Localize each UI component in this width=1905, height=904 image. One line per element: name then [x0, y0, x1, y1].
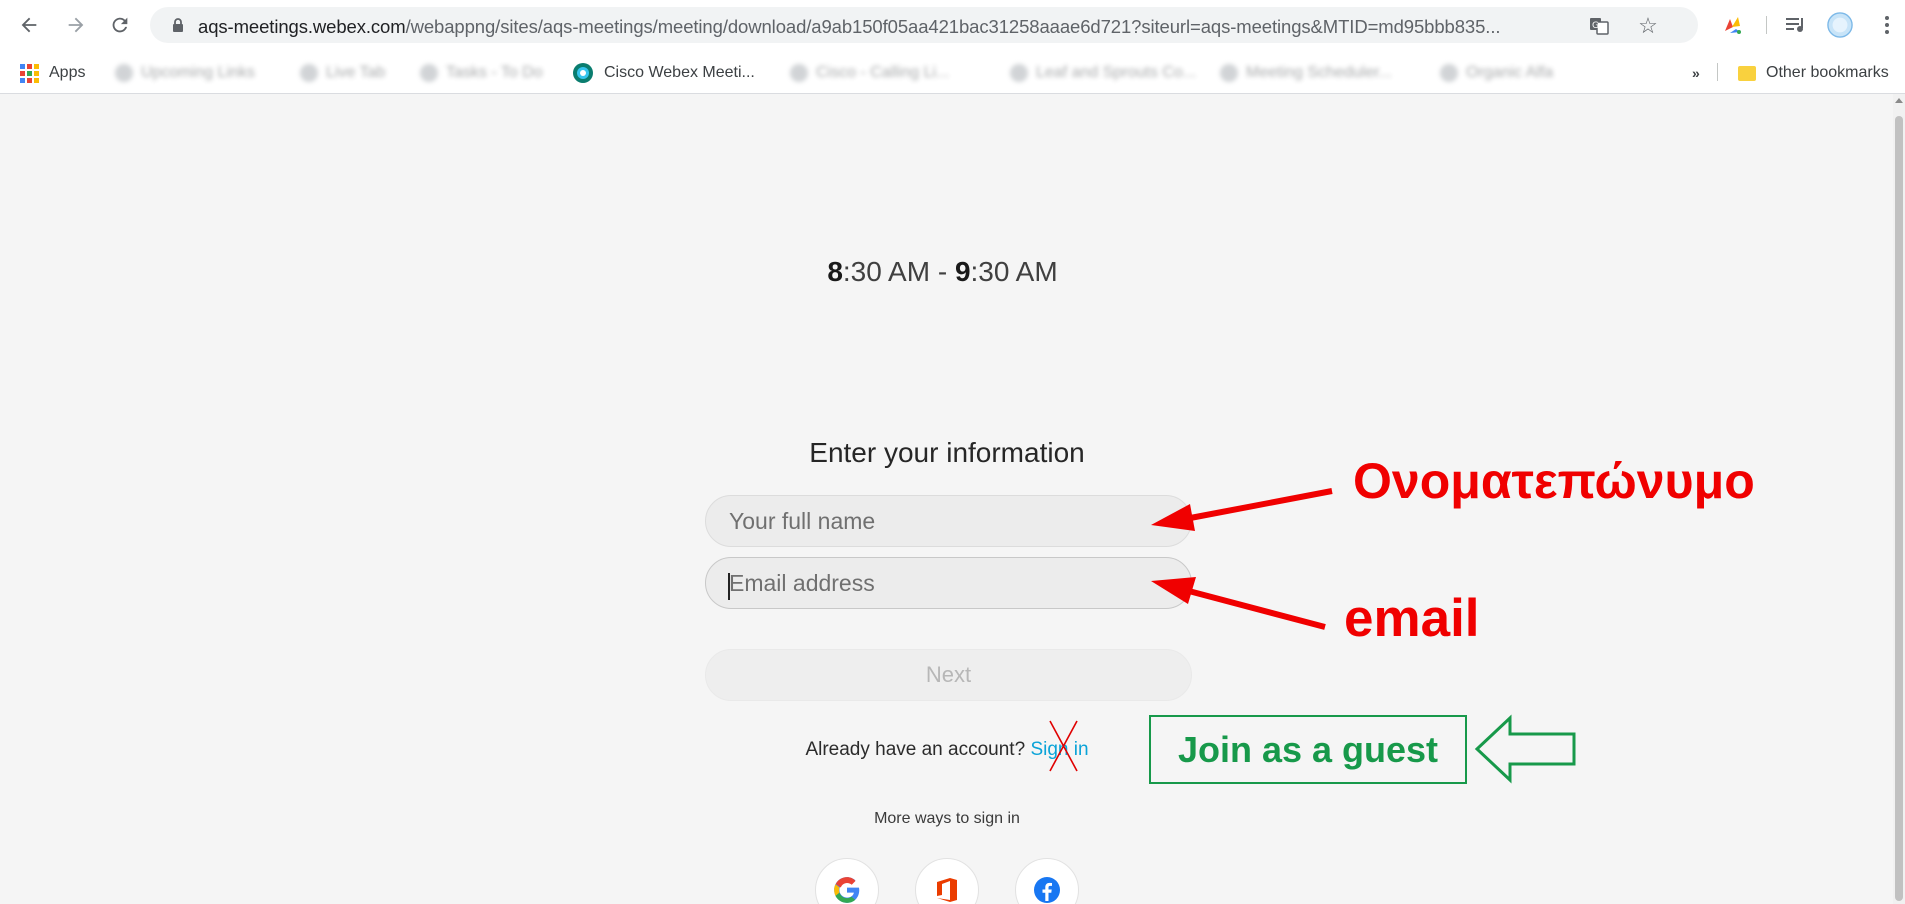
page-scrollbar[interactable]	[1893, 94, 1905, 904]
bookmark-blurred-4[interactable]: Cisco - Calling Li...	[790, 62, 949, 84]
facebook-icon	[1034, 877, 1060, 903]
meeting-time-range: 8:30 AM - 9:30 AM	[0, 256, 1885, 288]
apps-grid-icon	[20, 63, 39, 83]
extension-icon[interactable]	[1720, 12, 1746, 38]
scroll-up-icon[interactable]	[1895, 98, 1903, 103]
bookmark-other-folder[interactable]: Other bookmarks	[1738, 62, 1889, 84]
bookmark-favicon	[1440, 64, 1458, 82]
bookmark-favicon	[420, 64, 438, 82]
office-icon	[937, 878, 957, 902]
bookmark-favicon	[1220, 64, 1238, 82]
bookmark-label: Organic Alfa	[1466, 64, 1554, 81]
url-host: aqs-meetings.webex.com	[198, 16, 406, 37]
arrow-left-icon	[21, 17, 37, 33]
bookmark-cisco-webex[interactable]: Cisco Webex Meeti...	[572, 62, 755, 84]
bookmark-blurred-7[interactable]: Organic Alfa	[1440, 62, 1553, 84]
bookmark-label: Meeting Scheduler...	[1246, 64, 1392, 81]
join-as-guest-callout: Join as a guest	[1149, 715, 1467, 784]
facebook-sign-in-button[interactable]	[1015, 858, 1079, 904]
time-end-rest: :30 AM	[970, 256, 1058, 287]
bookmark-favicon	[790, 64, 808, 82]
bookmarks-bar: Apps Upcoming Links Live Tab Tasks - To …	[0, 50, 1905, 94]
google-icon	[834, 877, 860, 903]
more-ways-label: More ways to sign in	[874, 810, 1020, 827]
bookmark-favicon	[1010, 64, 1028, 82]
svg-text:G: G	[1592, 21, 1599, 31]
bookmark-favicon	[115, 64, 133, 82]
bookmark-cisco-label: Cisco Webex Meeti...	[604, 64, 755, 81]
reload-button[interactable]	[107, 12, 133, 38]
bookmark-apps[interactable]: Apps	[20, 62, 85, 84]
bookmark-label: Leaf and Sprouts Co...	[1036, 64, 1197, 81]
media-icon[interactable]	[1783, 12, 1809, 38]
bookmark-label: Cisco - Calling Li...	[816, 64, 950, 81]
overflow-label: »	[1692, 65, 1700, 81]
url-text[interactable]: aqs-meetings.webex.com/webappng/sites/aq…	[198, 16, 1501, 38]
time-end-hour: 9	[954, 256, 971, 287]
next-button[interactable]: Next	[705, 649, 1192, 701]
folder-icon	[1738, 65, 1756, 81]
toolbar-divider	[1766, 16, 1767, 34]
star-icon[interactable]: ☆	[1637, 13, 1659, 38]
back-button[interactable]	[16, 12, 42, 38]
scroll-thumb[interactable]	[1895, 116, 1903, 901]
office365-sign-in-button[interactable]	[915, 858, 979, 904]
name-annotation-label: Ονοματεπώνυμο	[1353, 453, 1755, 509]
bookmarks-divider	[1717, 63, 1718, 81]
kebab-menu-icon[interactable]	[1874, 12, 1900, 38]
bookmark-label: Live Tab	[326, 64, 386, 81]
arrow-right-icon	[68, 17, 84, 33]
guest-arrow-icon	[1474, 714, 1576, 784]
form-title: Enter your information	[809, 437, 1085, 468]
bookmark-favicon	[300, 64, 318, 82]
sign-in-link[interactable]: Sign in	[1030, 739, 1088, 760]
bookmark-blurred-5[interactable]: Leaf and Sprouts Co...	[1010, 62, 1196, 84]
address-bar[interactable]: aqs-meetings.webex.com/webappng/sites/aq…	[150, 7, 1698, 43]
email-annotation-label: email	[1344, 589, 1480, 648]
bookmark-other-label: Other bookmarks	[1766, 64, 1889, 81]
bookmark-label: Upcoming Links	[141, 64, 255, 81]
bookmark-blurred-1[interactable]: Upcoming Links	[115, 62, 255, 84]
email-input[interactable]	[705, 557, 1192, 609]
reload-icon	[112, 17, 128, 33]
account-prompt: Already have an account? Sign in	[700, 739, 1194, 761]
translate-icon[interactable]: G	[1588, 15, 1610, 37]
bookmark-apps-label: Apps	[49, 64, 86, 81]
time-start-rest: :30 AM -	[842, 256, 955, 287]
text-caret	[728, 573, 730, 600]
url-path: /webappng/sites/aqs-meetings/meeting/dow…	[405, 16, 1501, 37]
google-sign-in-button[interactable]	[815, 858, 879, 904]
bookmark-label: Tasks - To Do	[446, 64, 543, 81]
profile-icon[interactable]	[1827, 12, 1853, 38]
webex-icon	[572, 62, 594, 84]
lock-icon	[172, 17, 184, 38]
account-question: Already have an account?	[805, 739, 1026, 760]
bookmark-blurred-3[interactable]: Tasks - To Do	[420, 62, 543, 84]
bookmark-blurred-6[interactable]: Meeting Scheduler...	[1220, 62, 1392, 84]
full-name-input[interactable]	[705, 495, 1192, 547]
bookmarks-overflow-button[interactable]: »	[1692, 62, 1700, 84]
time-start-hour: 8	[827, 256, 843, 287]
bookmark-blurred-2[interactable]: Live Tab	[300, 62, 385, 84]
forward-button[interactable]	[63, 12, 89, 38]
browser-toolbar: aqs-meetings.webex.com/webappng/sites/aq…	[0, 0, 1905, 50]
